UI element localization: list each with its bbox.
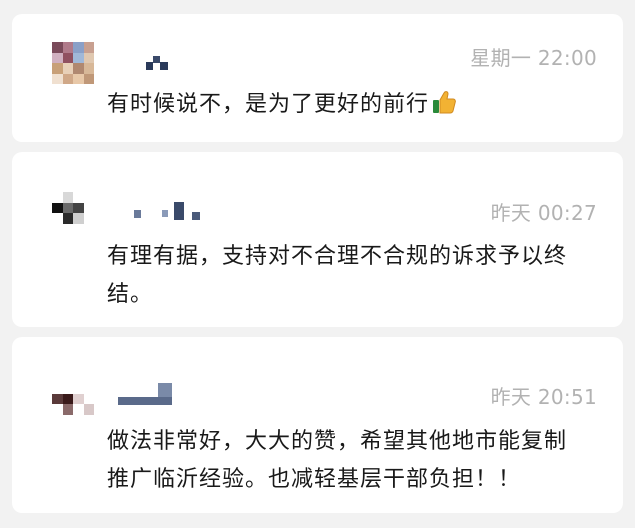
comment-time: 星期一 22:00 xyxy=(470,46,597,70)
comment-card: 昨天 00:27 有理有据，支持对不合理不合规的诉求予以终结。 xyxy=(12,152,623,327)
comment-card: 星期一 22:00 有时候说不，是为了更好的前行 xyxy=(12,14,623,142)
commenter-name-blurred[interactable] xyxy=(118,52,178,74)
commenter-name-blurred[interactable] xyxy=(118,383,178,405)
comment-time: 昨天 00:27 xyxy=(490,201,597,225)
commenter-name-blurred[interactable] xyxy=(118,200,208,222)
comment-text: 有时候说不，是为了更好的前行 xyxy=(107,86,583,128)
comment-text: 有理有据，支持对不合理不合规的诉求予以终结。 xyxy=(107,244,568,307)
comment-card: 昨天 20:51 做法非常好，大大的赞，希望其他地市能复制推广临沂经验。也减轻基… xyxy=(12,337,623,513)
avatar[interactable] xyxy=(52,192,94,234)
thumbs-up-icon xyxy=(431,89,457,128)
comment-text: 做法非常好，大大的赞，希望其他地市能复制推广临沂经验。也减轻基层干部负担！！ xyxy=(107,429,568,492)
avatar[interactable] xyxy=(52,383,94,425)
comment-text-content: 有时候说不，是为了更好的前行 xyxy=(107,92,430,117)
avatar[interactable] xyxy=(52,42,94,84)
comment-time: 昨天 20:51 xyxy=(490,385,597,409)
